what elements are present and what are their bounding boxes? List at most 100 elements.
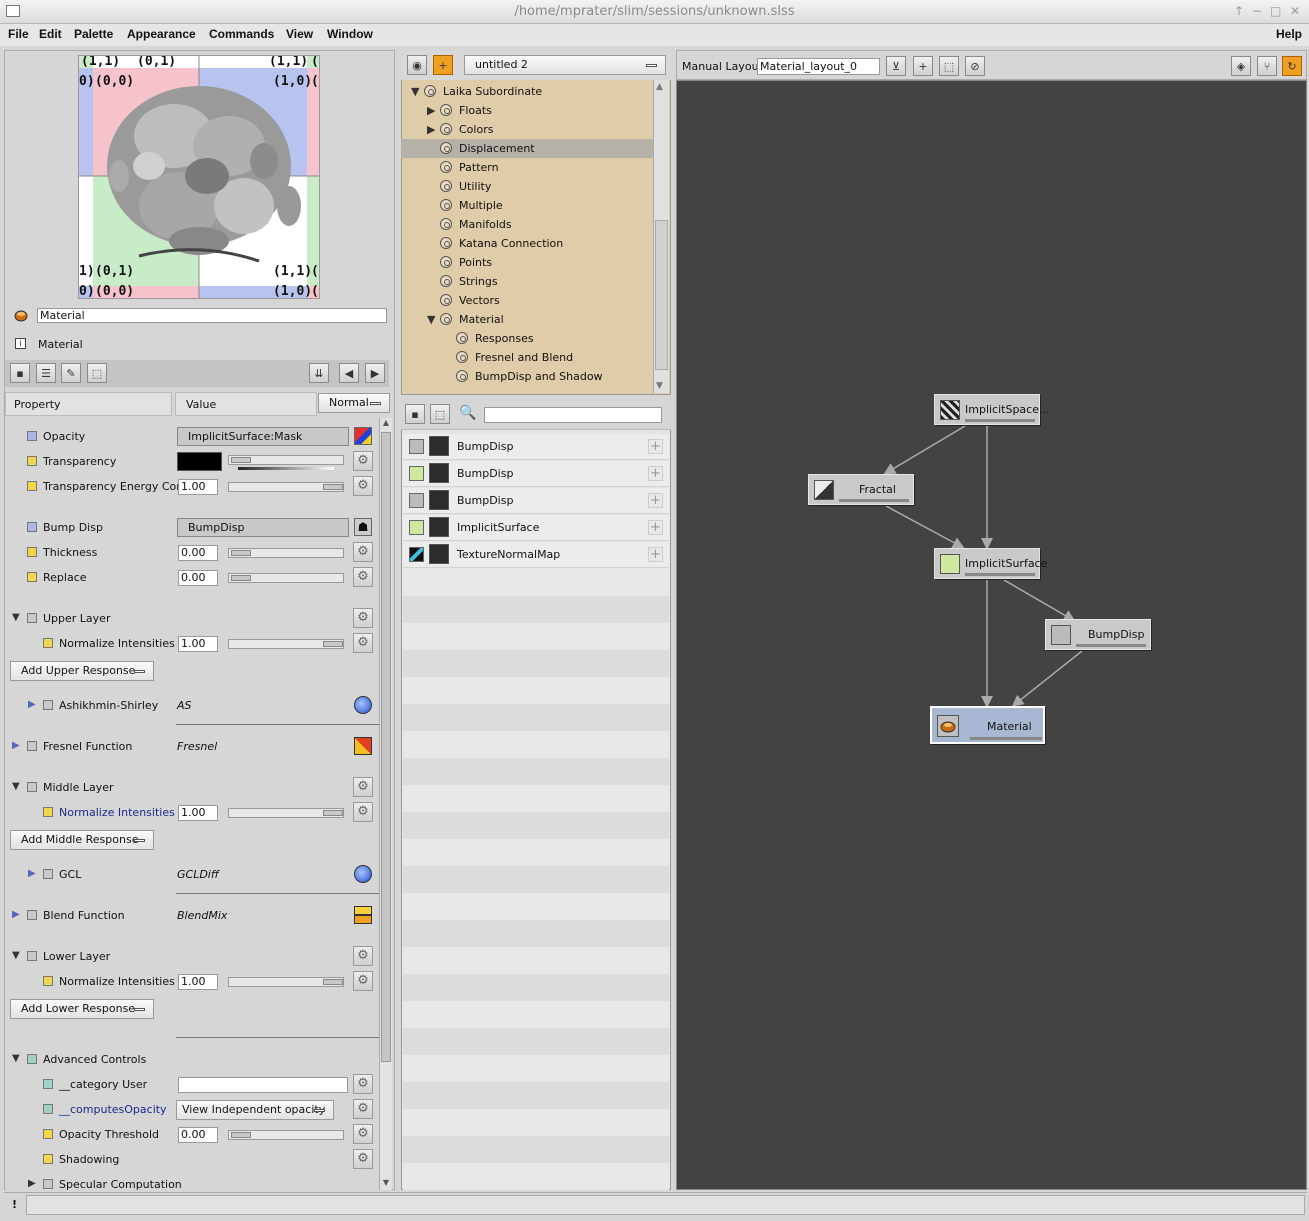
connection-icon[interactable] (354, 427, 372, 445)
scrollbar-thumb[interactable] (381, 432, 391, 1062)
maximize-icon[interactable]: □ (1270, 4, 1281, 18)
close-icon[interactable]: ✕ (1290, 4, 1300, 18)
collapse-triangle-icon[interactable]: ▼ (427, 313, 435, 326)
node-list-item[interactable]: BumpDisp + (403, 434, 669, 460)
sphere-icon[interactable] (354, 865, 372, 883)
alert-icon[interactable]: ! (12, 1198, 17, 1211)
material-preview[interactable]: (1,1) (0,1) (1,1) (0 0) (0,0) (1,0) (0 1… (78, 55, 320, 299)
property-column-header[interactable]: Property (5, 392, 172, 416)
tree-layout-icon[interactable]: ⑂ (1257, 56, 1277, 76)
material-name-field[interactable]: Material (37, 308, 387, 323)
tree-item[interactable]: Fresnel and Blend (401, 348, 653, 367)
transparency-slider[interactable] (228, 455, 344, 465)
scrollbar-thumb[interactable] (655, 220, 668, 370)
menu-edit[interactable]: Edit (39, 27, 62, 41)
add-lower-response-button[interactable]: Add Lower Response (10, 999, 154, 1019)
computes-opacity-dropdown[interactable]: View Independent opacity (176, 1100, 334, 1120)
expand-triangle-icon[interactable]: ▶ (12, 909, 20, 920)
expand-triangle-icon[interactable]: ▼ (12, 781, 20, 792)
expand-triangle-icon[interactable]: ▶ (12, 740, 20, 751)
tree-item[interactable]: Manifolds (401, 215, 653, 234)
blend-icon[interactable] (354, 906, 372, 924)
node-list-item[interactable]: BumpDisp + (403, 461, 669, 487)
gear-icon[interactable]: ⚙ (353, 777, 373, 797)
add-node-icon[interactable]: + (648, 520, 663, 535)
value-field[interactable]: 1.00 (178, 636, 218, 652)
gear-icon[interactable]: ⚙ (353, 1099, 373, 1119)
collapse-triangle-icon[interactable]: ▼ (411, 85, 419, 98)
gear-icon[interactable]: ⚙ (353, 476, 373, 496)
tree-item[interactable]: Vectors (401, 291, 653, 310)
gear-icon[interactable]: ⚙ (353, 946, 373, 966)
gear-icon[interactable]: ⚙ (353, 633, 373, 653)
expand-triangle-icon[interactable]: ▼ (12, 612, 20, 623)
gear-icon[interactable]: ⚙ (353, 608, 373, 628)
tree-item[interactable]: ▶ Colors (401, 120, 653, 139)
value-field[interactable]: 0.00 (178, 570, 218, 586)
add-middle-response-button[interactable]: Add Middle Response (10, 830, 154, 850)
palette-selector[interactable]: untitled 2 (464, 55, 666, 75)
add-node-icon[interactable]: + (648, 493, 663, 508)
opacity-connection[interactable]: ImplicitSurface:Mask (177, 427, 349, 446)
add-icon[interactable]: + (433, 55, 453, 75)
value-slider[interactable] (228, 639, 344, 649)
menu-window[interactable]: Window (327, 27, 373, 41)
value-slider[interactable] (228, 482, 344, 492)
tree-item[interactable]: Utility (401, 177, 653, 196)
color-swatch[interactable] (177, 452, 222, 471)
shader-graph[interactable]: ImplicitSpace... Fractal ImplicitSurface… (676, 80, 1307, 1190)
back-button[interactable]: ◀ (339, 363, 359, 383)
bump-icon[interactable]: ☗ (354, 518, 372, 536)
search-input[interactable] (484, 407, 662, 423)
node-material[interactable]: Material (930, 706, 1045, 744)
node-list-item[interactable]: TextureNormalMap + (403, 542, 669, 568)
minimize-icon[interactable]: − (1252, 4, 1262, 18)
node-implicit-space[interactable]: ImplicitSpace... (934, 394, 1049, 425)
tree-item[interactable]: Multiple (401, 196, 653, 215)
add-node-icon[interactable]: + (648, 466, 663, 481)
gear-icon[interactable]: ⚙ (353, 451, 373, 471)
property-scrollbar[interactable]: ▲ ▼ (379, 418, 392, 1190)
value-column-header[interactable]: Value (175, 392, 317, 416)
category-field[interactable] (178, 1077, 348, 1093)
expand-triangle-icon[interactable]: ▶ (28, 699, 36, 710)
value-field[interactable]: 1.00 (178, 805, 218, 821)
layout-name-field[interactable]: Material_layout_0 (757, 58, 880, 75)
gear-icon[interactable]: ⚙ (353, 802, 373, 822)
gear-icon[interactable]: ⚙ (353, 1074, 373, 1094)
single-view-button[interactable]: ▪ (10, 363, 30, 383)
select-icon[interactable]: ⬚ (430, 404, 450, 424)
gear-icon[interactable]: ⚙ (353, 542, 373, 562)
add-layout-icon[interactable]: + (913, 56, 933, 76)
tree-item[interactable]: ▶ Floats (401, 101, 653, 120)
node-implicit-surface[interactable]: ImplicitSurface (934, 548, 1047, 579)
tree-item[interactable]: Katana Connection (401, 234, 653, 253)
frame-icon[interactable]: ⬚ (939, 56, 959, 76)
layout-dropdown-icon[interactable]: ⊻ (886, 56, 906, 76)
forward-button[interactable]: ▶ (365, 363, 385, 383)
expand-triangle-icon[interactable]: ▶ (28, 1178, 36, 1189)
fit-icon[interactable]: ◈ (1231, 56, 1251, 76)
value-slider[interactable] (228, 548, 344, 558)
menu-view[interactable]: View (286, 27, 313, 41)
value-slider[interactable] (228, 1130, 344, 1140)
tree-item[interactable]: BumpDisp and Shadow (401, 367, 653, 386)
expand-triangle-icon[interactable]: ▼ (12, 950, 20, 961)
expand-triangle-icon[interactable]: ▶ (28, 868, 36, 879)
node-fractal[interactable]: Fractal (808, 474, 914, 505)
value-field[interactable]: 0.00 (178, 1127, 218, 1143)
menu-appearance[interactable]: Appearance (127, 27, 196, 41)
add-node-icon[interactable]: + (648, 547, 663, 562)
value-field[interactable]: 1.00 (178, 974, 218, 990)
tree-item[interactable]: Points (401, 253, 653, 272)
delete-layout-icon[interactable]: ⊘ (965, 56, 985, 76)
expand-triangle-icon[interactable]: ▶ (427, 123, 435, 136)
tree-item[interactable]: ▼ Laika Subordinate (401, 82, 653, 101)
view-icon[interactable]: ▪ (405, 404, 425, 424)
value-slider[interactable] (228, 977, 344, 987)
eye-icon[interactable]: ◉ (407, 55, 427, 75)
fresnel-icon[interactable] (354, 737, 372, 755)
node-list-item[interactable]: ImplicitSurface + (403, 515, 669, 541)
list-view-button[interactable]: ☰ (36, 363, 56, 383)
value-slider[interactable] (228, 808, 344, 818)
